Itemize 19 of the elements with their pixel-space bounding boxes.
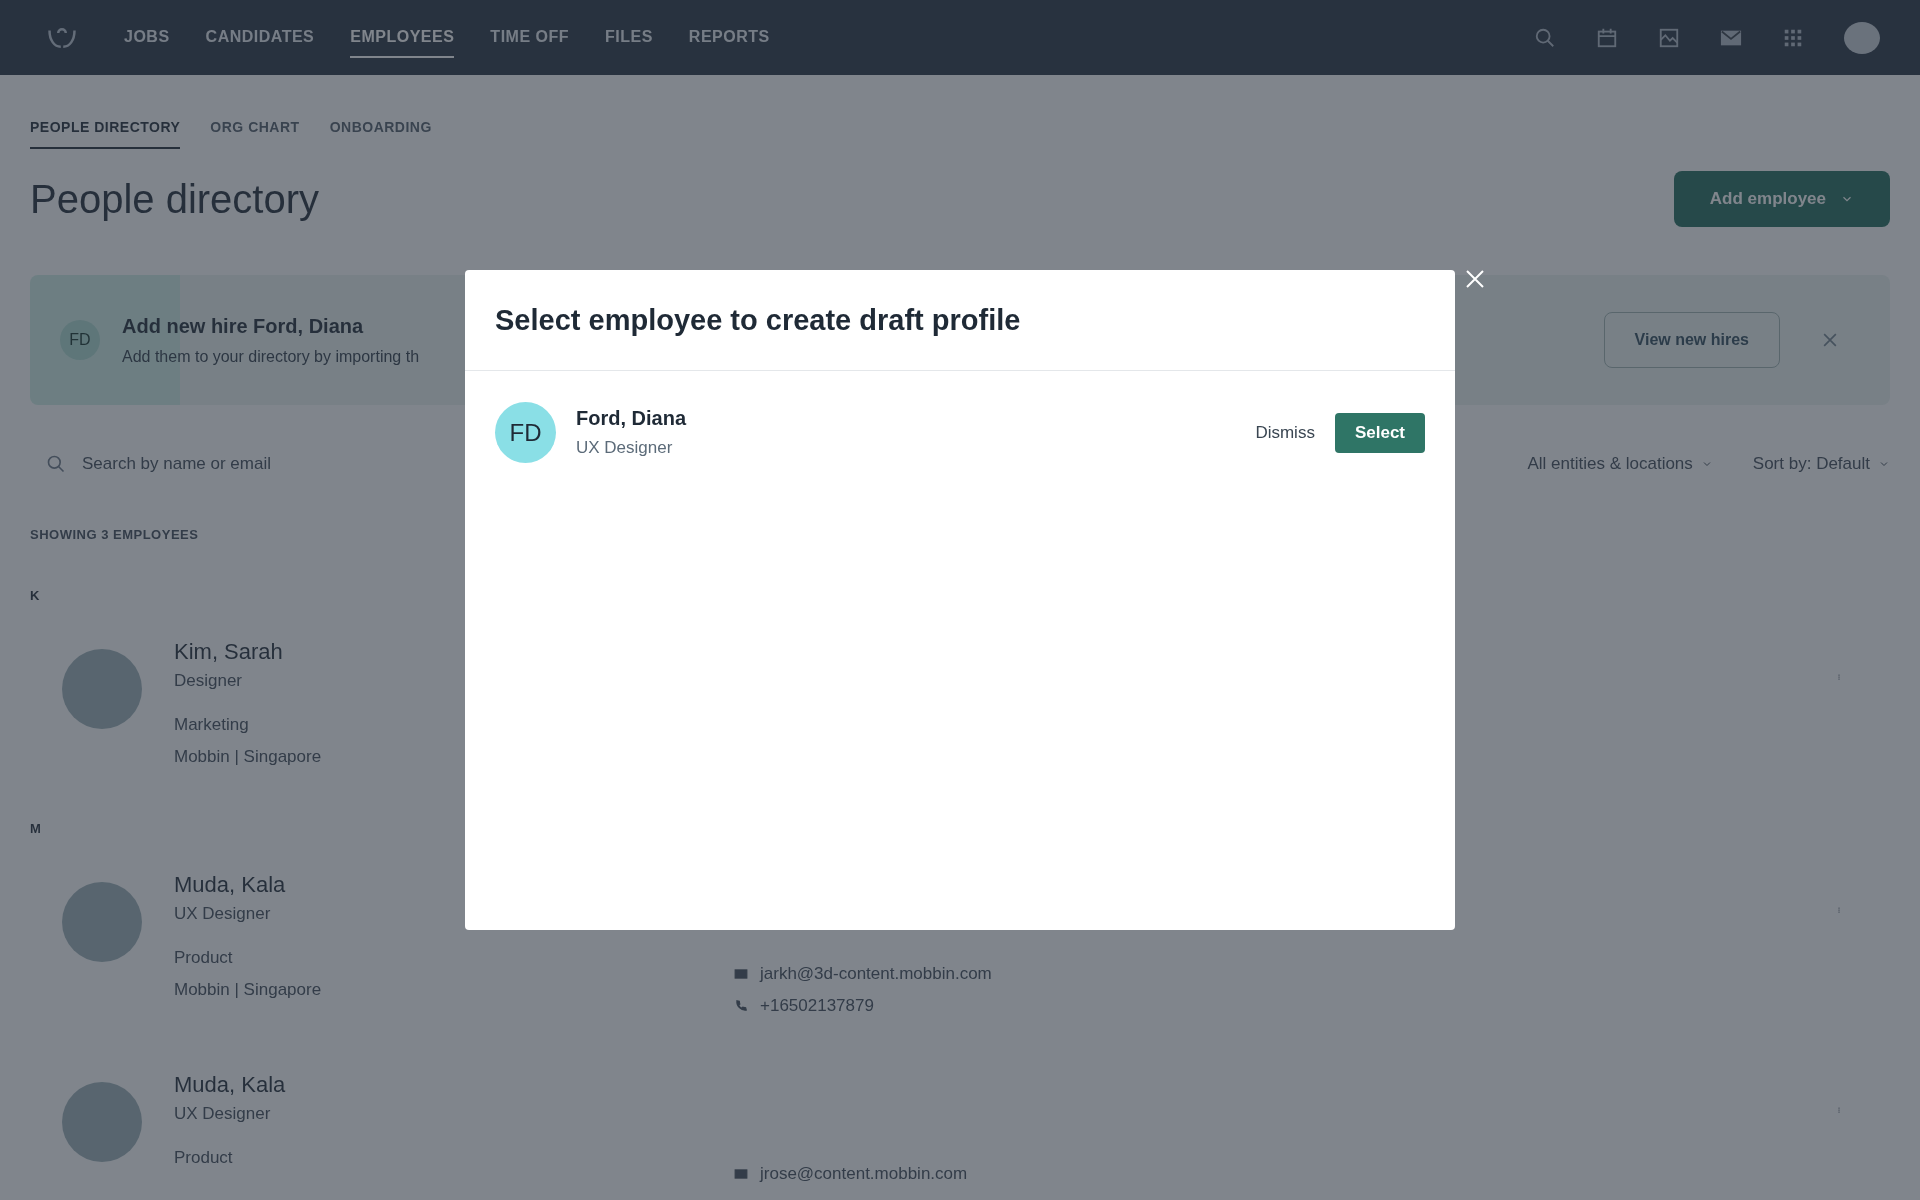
modal-title: Select employee to create draft profile bbox=[495, 303, 1021, 337]
employee-role: UX Designer bbox=[174, 1104, 272, 1124]
employee-department: Product bbox=[174, 948, 234, 968]
employee-role: UX Designer bbox=[174, 904, 272, 924]
group-letter: K bbox=[30, 588, 41, 603]
banner-text: Add them to your directory by importing th bbox=[122, 347, 420, 366]
employee-role: Designer bbox=[174, 671, 244, 691]
employee-location: Mobbin | Singapore bbox=[174, 980, 323, 1000]
banner-title: Add new hire Ford, Diana bbox=[122, 314, 364, 338]
page-title: People directory bbox=[30, 176, 320, 222]
initials-avatar: FD bbox=[60, 320, 100, 360]
employee-name: Ford, Diana bbox=[576, 407, 688, 430]
employee-count: SHOWING 3 EMPLOYEES bbox=[30, 527, 200, 542]
employee-department: Marketing bbox=[174, 715, 250, 735]
group-letter: M bbox=[30, 821, 42, 836]
initials-avatar: FD bbox=[495, 402, 556, 463]
employee-location: Mobbin | Singapore bbox=[174, 747, 323, 767]
employee-role: UX Designer bbox=[576, 438, 674, 458]
employee-department: Product bbox=[174, 1148, 234, 1168]
